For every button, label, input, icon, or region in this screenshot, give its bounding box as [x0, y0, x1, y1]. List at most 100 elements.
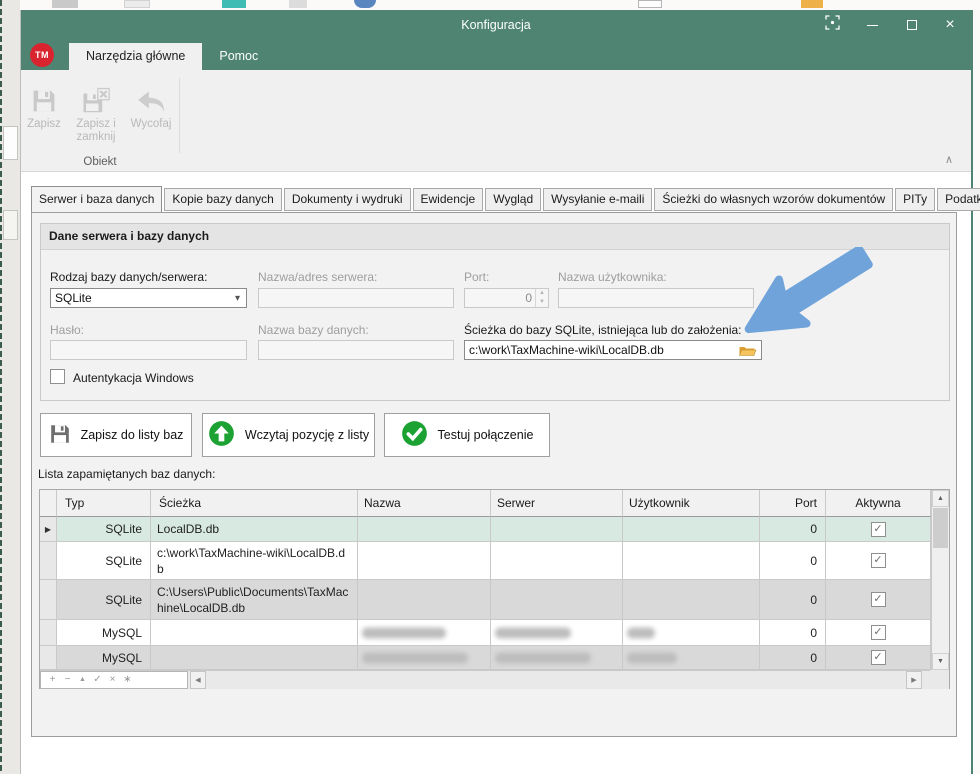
redacted-text — [627, 627, 655, 638]
ribbon-tab-row: TM Narzędzia główne Pomoc — [21, 40, 971, 70]
tab-wyglad[interactable]: Wygląd — [485, 188, 541, 211]
focus-mode-button[interactable] — [815, 10, 849, 40]
port-label: Port: — [464, 270, 489, 284]
scrollbar-thumb[interactable] — [933, 508, 948, 548]
tab-ewidencje[interactable]: Ewidencje — [413, 188, 484, 211]
post-edit-button[interactable]: ✓ — [90, 672, 105, 688]
active-checkbox[interactable]: ✓ — [871, 592, 886, 607]
save-and-close-button[interactable]: Zapisz i zamknij — [69, 78, 123, 162]
tab-wysylanie-e-maili[interactable]: Wysyłanie e-maili — [543, 188, 652, 211]
table-row[interactable]: ▶ SQLite LocalDB.db 0 ✓ — [40, 517, 949, 542]
table-row[interactable]: SQLite c:\work\TaxMachine-wiki\LocalDB.d… — [40, 542, 949, 580]
edit-row-button[interactable]: ▲ — [75, 672, 90, 688]
dbname-label: Nazwa bazy danych: — [258, 323, 369, 337]
save-and-close-label-line1: Zapisz i — [76, 118, 116, 131]
active-checkbox[interactable]: ✓ — [871, 625, 886, 640]
database-grid: Typ Ścieżka Nazwa Serwer Użytkownik Port… — [39, 489, 950, 689]
load-from-list-button[interactable]: Wczytaj pozycję z listy — [202, 413, 375, 457]
test-connection-button[interactable]: Testuj połączenie — [384, 413, 550, 457]
spin-up-icon[interactable]: ▲ — [536, 289, 548, 298]
save-disk-icon — [49, 423, 71, 448]
redacted-text — [362, 652, 468, 663]
windows-auth-checkbox[interactable] — [50, 369, 65, 384]
redacted-text — [495, 627, 571, 638]
tab-kopie-bazy-danych[interactable]: Kopie bazy danych — [164, 188, 281, 211]
maximize-icon — [907, 20, 917, 30]
username-input — [558, 288, 754, 308]
db-type-value: SQLite — [51, 291, 92, 305]
grid-header-aktywna: Aktywna — [826, 490, 931, 517]
tab-dokumenty-i-wydruki[interactable]: Dokumenty i wydruki — [284, 188, 411, 211]
close-button[interactable]: × — [933, 10, 967, 40]
active-checkbox[interactable]: ✓ — [871, 650, 886, 665]
server-label: Nazwa/adres serwera: — [258, 270, 377, 284]
spin-down-icon[interactable]: ▼ — [536, 298, 548, 307]
username-label: Nazwa użytkownika: — [558, 270, 667, 284]
tab-podatki[interactable]: Podatki — [937, 188, 980, 211]
active-checkbox[interactable]: ✓ — [871, 522, 886, 537]
table-row[interactable]: SQLite C:\Users\Public\Documents\TaxMach… — [40, 580, 949, 620]
ribbon-tab-narzedzia-glowne[interactable]: Narzędzia główne — [69, 43, 202, 70]
collapse-ribbon-chevron-icon[interactable]: ∧ — [945, 155, 953, 166]
chevron-down-icon: ▾ — [235, 293, 246, 304]
table-row[interactable]: MySQL 0 ✓ — [40, 646, 949, 670]
tab-pity[interactable]: PITy — [895, 188, 935, 211]
scroll-right-button[interactable]: ▶ — [906, 671, 922, 689]
save-and-close-label-line2: zamknij — [77, 131, 116, 144]
tab-sciezki-do-wlasnych-wzorow[interactable]: Ścieżki do własnych wzorów dokumentów — [654, 188, 893, 211]
save-button[interactable]: Zapisz — [23, 78, 65, 162]
save-to-list-button[interactable]: Zapisz do listy baz — [40, 413, 192, 457]
browse-folder-button[interactable] — [738, 343, 758, 357]
sqlite-path-input[interactable] — [465, 341, 761, 359]
grid-header-nazwa: Nazwa — [358, 490, 491, 517]
tab-serwer-i-baza-danych[interactable]: Serwer i baza danych — [31, 186, 162, 212]
grid-header-sciezka: Ścieżka — [151, 490, 358, 517]
app-menu-button[interactable]: TM — [30, 43, 54, 67]
scroll-down-button[interactable]: ▼ — [932, 653, 949, 670]
grid-navigator-bar: + − ▲ ✓ × ∗ ◀ ▶ — [40, 670, 931, 689]
background-taskbar-icon — [801, 0, 823, 8]
db-type-combobox[interactable]: SQLite ▾ — [50, 288, 247, 308]
minimize-button[interactable] — [855, 10, 889, 40]
ribbon-tab-pomoc[interactable]: Pomoc — [202, 43, 275, 70]
port-spinner: 0 ▲ ▼ — [464, 288, 549, 308]
save-to-list-label: Zapisz do listy baz — [81, 428, 184, 442]
background-taskbar-icon — [222, 0, 246, 8]
cancel-edit-button[interactable]: × — [105, 672, 120, 688]
redacted-text — [362, 627, 446, 638]
desktop-background-strip — [0, 0, 20, 774]
grid-header-port: Port — [760, 490, 826, 517]
tab-page-panel: Dane serwera i bazy danych Rodzaj bazy d… — [31, 212, 957, 737]
redacted-text — [495, 652, 591, 663]
active-checkbox[interactable]: ✓ — [871, 553, 886, 568]
scroll-left-button[interactable]: ◀ — [190, 671, 206, 689]
undo-icon — [135, 84, 167, 118]
background-window-fragment — [3, 210, 18, 240]
ribbon-group-separator — [179, 78, 180, 153]
background-taskbar-icon — [52, 0, 78, 8]
groupbox-title: Dane serwera i bazy danych — [41, 224, 949, 250]
sqlite-path-field — [464, 340, 762, 360]
undo-button[interactable]: Wycofaj — [127, 78, 175, 162]
background-taskbar-icon — [354, 0, 376, 8]
delete-row-button[interactable]: − — [60, 672, 75, 688]
vertical-scrollbar: ▲ ▼ — [931, 490, 949, 670]
background-taskbar-icon — [289, 0, 307, 8]
maximize-button[interactable] — [895, 10, 929, 40]
refresh-button[interactable]: ∗ — [120, 672, 135, 688]
table-row[interactable]: MySQL 0 ✓ — [40, 620, 949, 646]
scroll-up-button[interactable]: ▲ — [932, 490, 949, 507]
server-input — [258, 288, 454, 308]
dialog-client-area: Serwer i baza danych Kopie bazy danych D… — [21, 172, 971, 774]
titlebar: Konfiguracja × — [21, 10, 971, 40]
ribbon: Zapisz Zapisz i zamknij — [21, 70, 971, 172]
save-label: Zapisz — [27, 118, 61, 131]
password-input — [50, 340, 247, 360]
open-folder-icon — [738, 343, 757, 357]
load-from-list-label: Wczytaj pozycję z listy — [245, 428, 369, 442]
grid-header-indicator — [40, 490, 57, 517]
background-window-edge — [0, 0, 2, 774]
row-pointer-icon: ▶ — [40, 517, 57, 542]
insert-row-button[interactable]: + — [45, 672, 60, 688]
save-and-close-icon — [81, 84, 111, 118]
